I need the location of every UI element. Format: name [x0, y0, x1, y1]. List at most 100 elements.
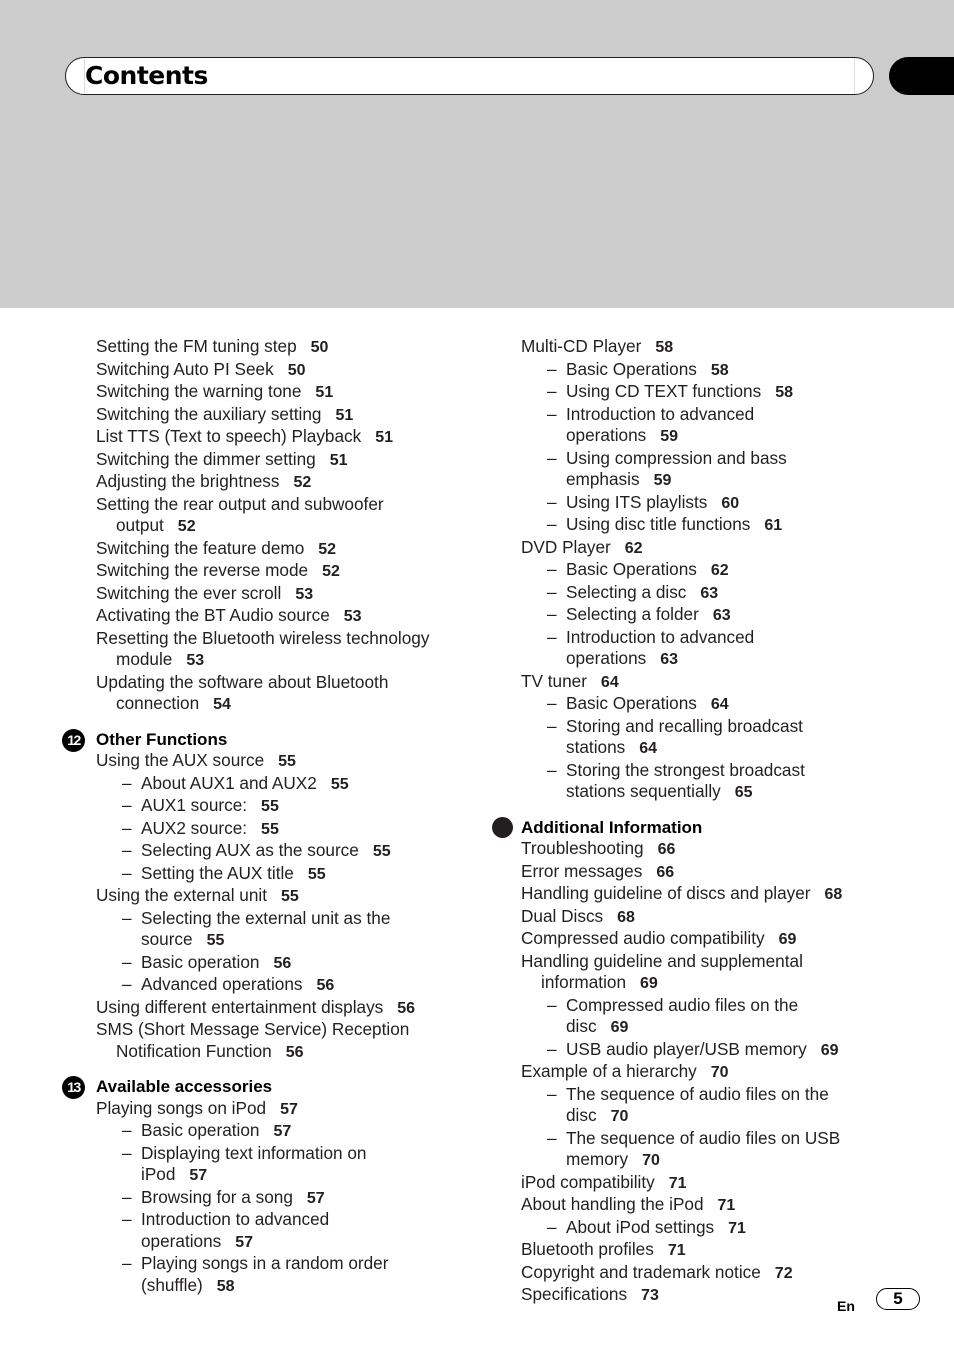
toc-entry[interactable]: – Introduction to advanced — [521, 627, 921, 649]
toc-entry[interactable]: SMS (Short Message Service) Reception — [96, 1019, 476, 1041]
toc-page-number[interactable]: 60 — [721, 495, 739, 512]
toc-page-number[interactable]: 57 — [189, 1167, 207, 1184]
toc-page-number[interactable]: 71 — [728, 1220, 746, 1237]
toc-entry-continuation[interactable]: operations 63 — [521, 648, 921, 671]
toc-entry[interactable]: – Using ITS playlists 60 — [521, 492, 921, 515]
toc-page-number[interactable]: 56 — [317, 977, 335, 994]
toc-page-number[interactable]: 65 — [735, 784, 753, 801]
toc-page-number[interactable]: 63 — [700, 585, 718, 602]
toc-page-number[interactable]: 66 — [656, 864, 674, 881]
toc-entry[interactable]: – Setting the AUX title 55 — [96, 863, 476, 886]
toc-page-number[interactable]: 55 — [261, 821, 279, 838]
toc-entry[interactable]: – Introduction to advanced — [96, 1209, 476, 1231]
toc-page-number[interactable]: 57 — [280, 1101, 298, 1118]
toc-page-number[interactable]: 53 — [295, 586, 313, 603]
toc-entry[interactable]: Using different entertainment displays 56 — [96, 997, 476, 1020]
toc-page-number[interactable]: 55 — [278, 753, 296, 770]
toc-page-number[interactable]: 57 — [273, 1123, 291, 1140]
toc-entry-continuation[interactable]: stations sequentially 65 — [521, 781, 921, 804]
toc-entry[interactable]: – Using CD TEXT functions 58 — [521, 381, 921, 404]
toc-entry[interactable]: Switching the ever scroll 53 — [96, 583, 476, 606]
toc-entry[interactable]: List TTS (Text to speech) Playback 51 — [96, 426, 476, 449]
toc-page-number[interactable]: 51 — [330, 452, 348, 469]
toc-entry[interactable]: Specifications 73 — [521, 1284, 921, 1307]
toc-entry[interactable]: – Browsing for a song 57 — [96, 1187, 476, 1210]
toc-page-number[interactable]: 68 — [825, 886, 843, 903]
toc-entry[interactable]: – Basic operation 56 — [96, 952, 476, 975]
toc-page-number[interactable]: 55 — [331, 776, 349, 793]
toc-entry-continuation[interactable]: source 55 — [96, 929, 476, 952]
toc-entry[interactable]: – The sequence of audio files on the — [521, 1084, 921, 1106]
toc-page-number[interactable]: 71 — [718, 1197, 736, 1214]
toc-entry[interactable]: Dual Discs 68 — [521, 906, 921, 929]
toc-entry[interactable]: – Storing and recalling broadcast — [521, 716, 921, 738]
toc-entry[interactable]: iPod compatibility 71 — [521, 1172, 921, 1195]
toc-page-number[interactable]: 51 — [315, 384, 333, 401]
toc-entry[interactable]: – Selecting AUX as the source 55 — [96, 840, 476, 863]
toc-page-number[interactable]: 64 — [639, 740, 657, 757]
toc-page-number[interactable]: 73 — [641, 1287, 659, 1304]
toc-page-number[interactable]: 52 — [322, 563, 340, 580]
toc-entry[interactable]: – Compressed audio files on the — [521, 995, 921, 1017]
toc-page-number[interactable]: 53 — [344, 608, 362, 625]
toc-entry-continuation[interactable]: (shuffle) 58 — [96, 1275, 476, 1298]
toc-page-number[interactable]: 70 — [711, 1064, 729, 1081]
toc-entry[interactable]: Example of a hierarchy 70 — [521, 1061, 921, 1084]
toc-page-number[interactable]: 52 — [293, 474, 311, 491]
toc-page-number[interactable]: 55 — [373, 843, 391, 860]
toc-entry[interactable]: Activating the BT Audio source 53 — [96, 605, 476, 628]
toc-page-number[interactable]: 56 — [397, 1000, 415, 1017]
toc-entry[interactable]: TV tuner 64 — [521, 671, 921, 694]
toc-entry[interactable]: – Using compression and bass — [521, 448, 921, 470]
toc-entry[interactable]: Resetting the Bluetooth wireless technol… — [96, 628, 476, 650]
toc-page-number[interactable]: 52 — [318, 541, 336, 558]
toc-entry[interactable]: Handling guideline of discs and player 68 — [521, 883, 921, 906]
toc-entry[interactable]: – About iPod settings 71 — [521, 1217, 921, 1240]
toc-page-number[interactable]: 57 — [307, 1190, 325, 1207]
toc-entry[interactable]: – Basic operation 57 — [96, 1120, 476, 1143]
toc-entry[interactable]: – Selecting a disc 63 — [521, 582, 921, 605]
toc-entry[interactable]: Setting the rear output and subwoofer — [96, 494, 476, 516]
toc-page-number[interactable]: 66 — [658, 841, 676, 858]
toc-entry[interactable]: – Introduction to advanced — [521, 404, 921, 426]
toc-page-number[interactable]: 55 — [281, 888, 299, 905]
toc-entry[interactable]: Updating the software about Bluetooth — [96, 672, 476, 694]
toc-entry-continuation[interactable]: module 53 — [96, 649, 476, 672]
toc-entry[interactable]: Using the AUX source 55 — [96, 750, 476, 773]
toc-entry[interactable]: – About AUX1 and AUX2 55 — [96, 773, 476, 796]
toc-page-number[interactable]: 54 — [213, 696, 231, 713]
toc-entry[interactable]: DVD Player 62 — [521, 537, 921, 560]
toc-entry-continuation[interactable]: Notification Function 56 — [96, 1041, 476, 1064]
toc-entry[interactable]: Switching Auto PI Seek 50 — [96, 359, 476, 382]
toc-page-number[interactable]: 55 — [261, 798, 279, 815]
toc-entry[interactable]: – Storing the strongest broadcast — [521, 760, 921, 782]
toc-entry[interactable]: Handling guideline and supplemental — [521, 951, 921, 973]
toc-page-number[interactable]: 64 — [601, 674, 619, 691]
toc-page-number[interactable]: 58 — [217, 1278, 235, 1295]
toc-entry[interactable]: – Selecting the external unit as the — [96, 908, 476, 930]
toc-page-number[interactable]: 62 — [625, 540, 643, 557]
toc-page-number[interactable]: 63 — [660, 651, 678, 668]
toc-entry[interactable]: – Selecting a folder 63 — [521, 604, 921, 627]
toc-entry[interactable]: Copyright and trademark notice 72 — [521, 1262, 921, 1285]
toc-entry[interactable]: – Basic Operations 62 — [521, 559, 921, 582]
toc-entry[interactable]: Troubleshooting 66 — [521, 838, 921, 861]
toc-page-number[interactable]: 55 — [308, 866, 326, 883]
toc-page-number[interactable]: 70 — [611, 1108, 629, 1125]
toc-page-number[interactable]: 55 — [207, 932, 225, 949]
toc-entry[interactable]: Switching the auxiliary setting 51 — [96, 404, 476, 427]
toc-page-number[interactable]: 69 — [640, 975, 658, 992]
toc-entry-continuation[interactable]: iPod 57 — [96, 1164, 476, 1187]
toc-page-number[interactable]: 52 — [178, 518, 196, 535]
toc-entry-continuation[interactable]: memory 70 — [521, 1149, 921, 1172]
toc-page-number[interactable]: 50 — [288, 362, 306, 379]
toc-page-number[interactable]: 64 — [711, 696, 729, 713]
toc-entry[interactable]: – Advanced operations 56 — [96, 974, 476, 997]
toc-entry[interactable]: Switching the dimmer setting 51 — [96, 449, 476, 472]
toc-entry-continuation[interactable]: operations 57 — [96, 1231, 476, 1254]
toc-entry-continuation[interactable]: disc 70 — [521, 1105, 921, 1128]
toc-entry[interactable]: – AUX2 source: 55 — [96, 818, 476, 841]
toc-page-number[interactable]: 59 — [660, 428, 678, 445]
toc-page-number[interactable]: 69 — [611, 1019, 629, 1036]
toc-page-number[interactable]: 56 — [286, 1044, 304, 1061]
